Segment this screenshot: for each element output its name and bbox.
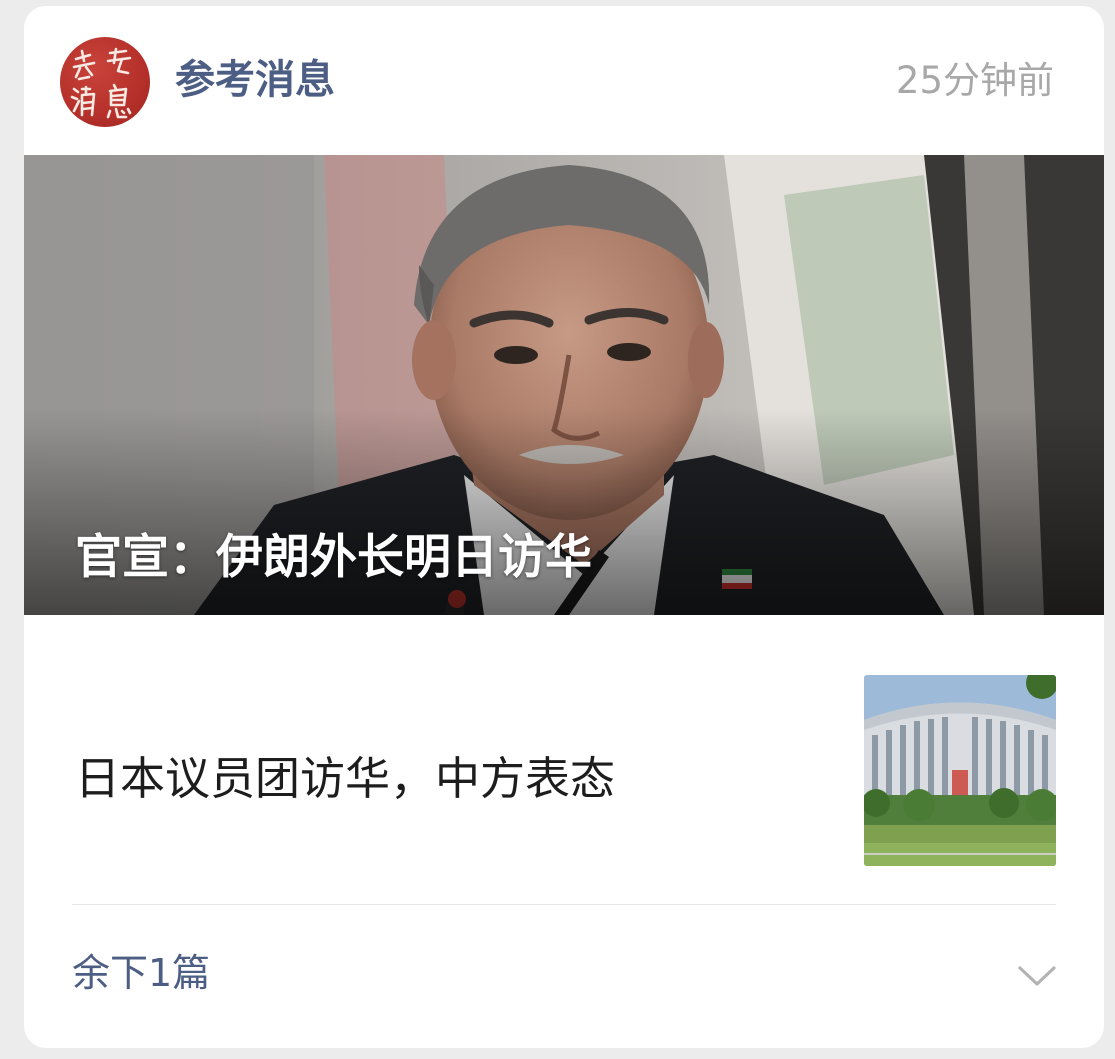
- card-header: 参考消息 25分钟前: [24, 6, 1104, 155]
- logo-calligraphy-icon: [70, 47, 132, 119]
- account-avatar[interactable]: [60, 37, 150, 127]
- article-title[interactable]: 日本议员团访华，中方表态: [75, 748, 615, 810]
- chevron-down-icon[interactable]: [1017, 965, 1057, 987]
- article-thumbnail[interactable]: [864, 675, 1056, 866]
- more-articles-label[interactable]: 余下1篇: [72, 945, 210, 1001]
- post-timestamp: 25分钟前: [895, 59, 1054, 102]
- account-name[interactable]: 参考消息: [175, 52, 335, 108]
- list-item[interactable]: 日本议员团访华，中方表态: [24, 615, 1104, 904]
- main-article-title[interactable]: 官宣：伊朗外长明日访华: [75, 527, 592, 589]
- message-card: 参考消息 25分钟前 官宣：伊朗外长明日访华 日本议员团访华，中方表态 余下1篇: [24, 6, 1104, 1048]
- main-article[interactable]: 官宣：伊朗外长明日访华: [24, 155, 1104, 615]
- expand-more-row[interactable]: 余下1篇: [24, 905, 1104, 1048]
- building-photo-icon: [864, 675, 1056, 866]
